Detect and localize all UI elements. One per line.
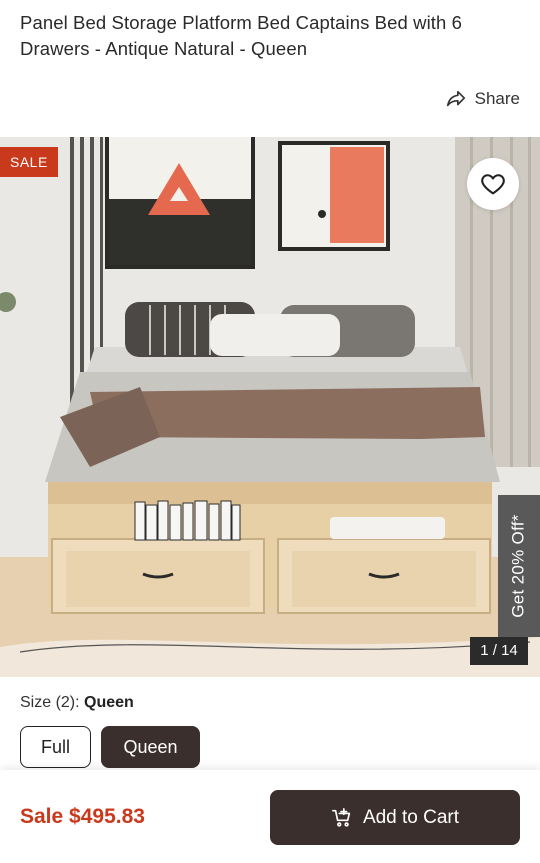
product-title: Panel Bed Storage Platform Bed Captains … xyxy=(20,12,463,59)
image-counter: 1 / 14 xyxy=(470,637,528,665)
share-arrow-icon xyxy=(446,90,465,107)
size-options: Full Queen xyxy=(20,726,200,768)
promo-label: Get 20% Off* xyxy=(509,514,529,618)
purchase-bar: Sale $495.83 Add to Cart xyxy=(0,770,540,863)
product-image[interactable] xyxy=(0,137,540,677)
share-button[interactable]: Share xyxy=(445,86,520,112)
discount-promo-tab[interactable]: Get 20% Off* xyxy=(498,495,540,637)
sale-badge: SALE xyxy=(0,147,58,177)
add-to-cart-label: Add to Cart xyxy=(362,806,460,828)
share-label: Share xyxy=(474,89,520,108)
add-to-cart-button[interactable]: Add to Cart xyxy=(270,790,520,845)
heart-outline-icon xyxy=(481,174,505,195)
product-image-gallery[interactable]: SALE Get 20% Off* 1 / 14 xyxy=(0,137,540,677)
size-selected-value: Queen xyxy=(84,694,134,711)
size-label: Size (2): xyxy=(20,694,80,711)
size-selector-label: Size (2): Queen xyxy=(20,694,134,712)
size-option-full[interactable]: Full xyxy=(20,726,91,768)
cart-plus-icon xyxy=(331,807,351,827)
size-option-queen[interactable]: Queen xyxy=(101,726,200,768)
sale-price: Sale $495.83 xyxy=(20,805,145,828)
wishlist-button[interactable] xyxy=(467,158,519,210)
